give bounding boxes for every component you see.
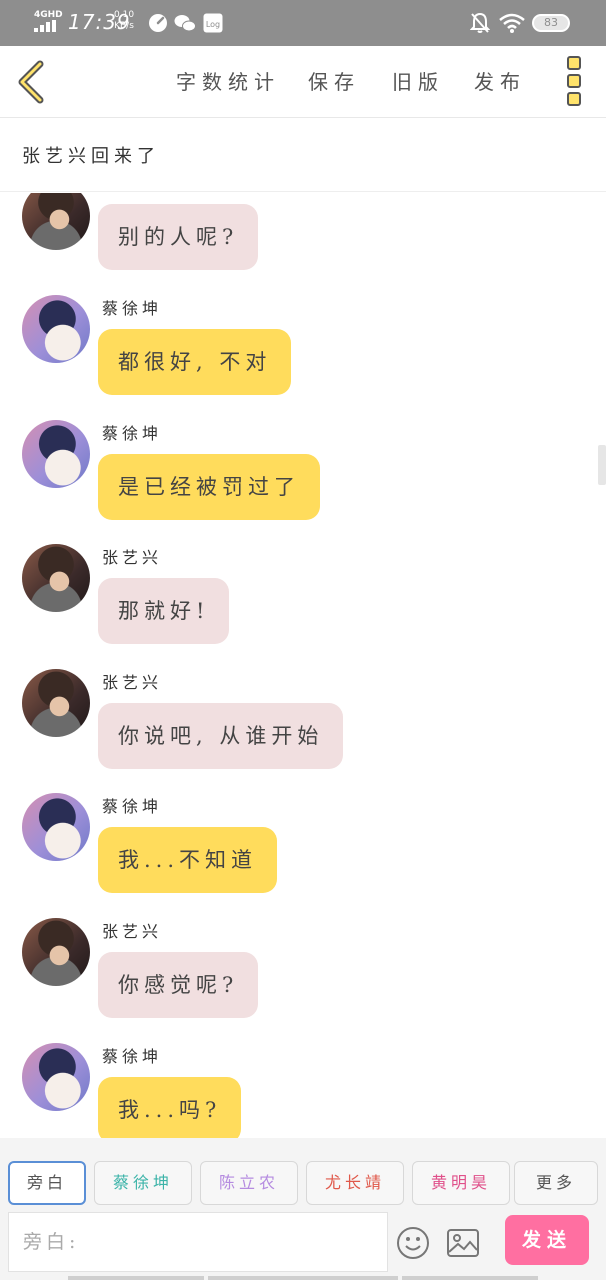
nav-bar-segment xyxy=(68,1276,204,1280)
signal-icon xyxy=(34,20,60,32)
avatar[interactable] xyxy=(22,193,90,250)
nav-bar-segment xyxy=(208,1276,398,1280)
status-bar: 4GHD 17:39 0.10 KB/s Log 83 xyxy=(0,0,606,46)
message-bubble[interactable]: 我...吗? xyxy=(98,1077,242,1138)
story-title: 张艺兴回来了 xyxy=(22,146,160,167)
old-version-button[interactable]: 旧版 xyxy=(392,66,444,95)
speaker-name: 张艺兴 xyxy=(102,673,163,692)
role-narrator[interactable]: 旁白 xyxy=(8,1161,86,1205)
wifi-icon xyxy=(499,13,525,33)
avatar[interactable] xyxy=(22,918,90,986)
mute-icon xyxy=(470,12,490,33)
message-bubble[interactable]: 都很好, 不对 xyxy=(98,329,292,395)
network-speed: 0.10 KB/s xyxy=(114,10,134,32)
speaker-name: 张艺兴 xyxy=(102,548,163,567)
network-speed-value: 0.10 xyxy=(114,10,135,20)
send-button[interactable]: 发送 xyxy=(505,1215,589,1265)
role-chen-linong[interactable]: 陈立农 xyxy=(200,1161,298,1205)
message-bubble[interactable]: 我...不知道 xyxy=(98,827,278,893)
role-more[interactable]: 更多 xyxy=(514,1161,598,1205)
speaker-name: 蔡徐坤 xyxy=(102,797,163,816)
scroll-handle[interactable] xyxy=(598,445,606,485)
story-title-bar[interactable]: 张艺兴回来了 xyxy=(0,118,606,192)
editor-toolbar: 字数统计 保存 旧版 发布 xyxy=(0,46,606,118)
message-bubble[interactable]: 那就好! xyxy=(98,578,230,644)
nav-bar-segment xyxy=(402,1276,538,1280)
word-count-button[interactable]: 字数统计 xyxy=(176,66,280,95)
role-huang-minghao[interactable]: 黄明昊 xyxy=(412,1161,510,1205)
avatar[interactable] xyxy=(22,793,90,861)
speedometer-icon xyxy=(149,14,167,32)
role-cai-xukun[interactable]: 蔡徐坤 xyxy=(94,1161,192,1205)
svg-text:Log: Log xyxy=(206,20,220,29)
network-indicator: 4GHD xyxy=(34,10,63,20)
message-input[interactable]: 旁白: xyxy=(8,1212,388,1272)
compose-panel: 旁白 蔡徐坤 陈立农 尤长靖 黄明昊 更多 旁白: 发送 xyxy=(0,1138,606,1280)
message-bubble[interactable]: 别的人呢? xyxy=(98,204,259,270)
more-vertical-icon[interactable] xyxy=(562,56,586,108)
speaker-name: 蔡徐坤 xyxy=(102,299,163,318)
chat-list[interactable]: 别的人呢? 蔡徐坤 都很好, 不对 蔡徐坤 是已经被罚过了 张艺兴 那就好! 张… xyxy=(0,193,606,1138)
log-icon: Log xyxy=(203,13,223,33)
speaker-name: 张艺兴 xyxy=(102,922,163,941)
image-icon[interactable] xyxy=(446,1228,480,1258)
save-button[interactable]: 保存 xyxy=(308,66,360,95)
chevron-left-icon[interactable] xyxy=(12,58,52,106)
role-you-zhangjing[interactable]: 尤长靖 xyxy=(306,1161,404,1205)
battery-indicator: 83 xyxy=(532,14,570,32)
speaker-name: 蔡徐坤 xyxy=(102,1047,163,1066)
message-bubble[interactable]: 你感觉呢? xyxy=(98,952,259,1018)
avatar[interactable] xyxy=(22,1043,90,1111)
publish-button[interactable]: 发布 xyxy=(474,66,526,95)
avatar[interactable] xyxy=(22,669,90,737)
speaker-name: 蔡徐坤 xyxy=(102,424,163,443)
wechat-icon xyxy=(174,15,196,32)
message-bubble[interactable]: 是已经被罚过了 xyxy=(98,454,320,520)
avatar[interactable] xyxy=(22,420,90,488)
avatar[interactable] xyxy=(22,295,90,363)
network-speed-unit: KB/s xyxy=(114,21,134,31)
emoji-icon[interactable] xyxy=(396,1226,430,1260)
avatar[interactable] xyxy=(22,544,90,612)
message-bubble[interactable]: 你说吧, 从谁开始 xyxy=(98,703,344,769)
